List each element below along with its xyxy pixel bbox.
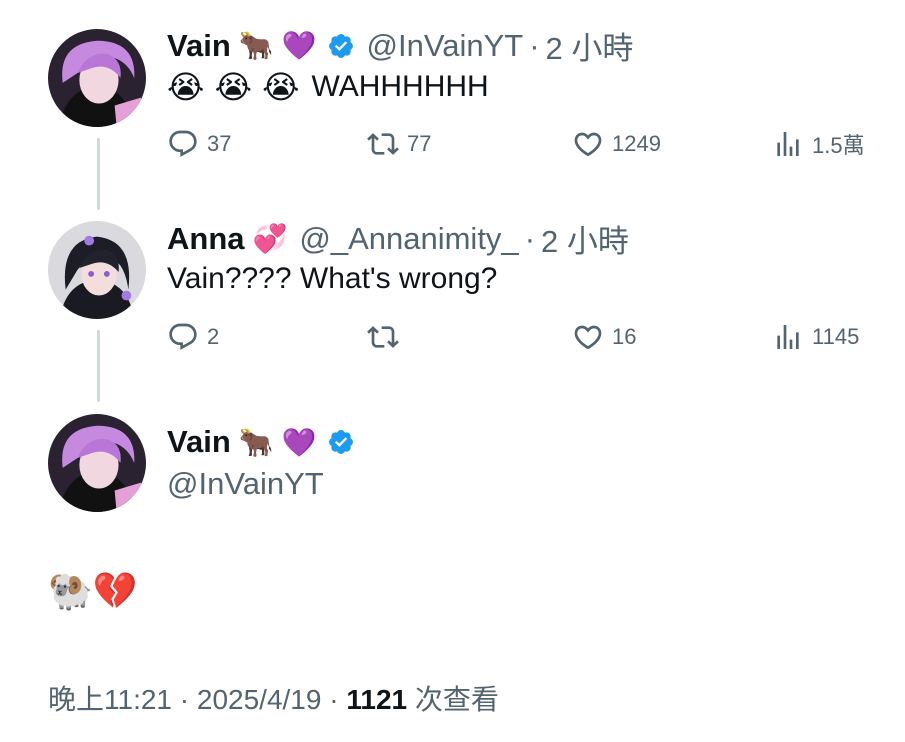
views-count: 1.5萬 (812, 133, 865, 158)
reply-icon (169, 130, 197, 157)
retweet-button[interactable]: 77 (367, 128, 431, 160)
tweet-author-name[interactable]: Vain (167, 424, 231, 460)
like-button[interactable]: 16 (572, 321, 636, 353)
reply-count: 37 (207, 131, 232, 156)
like-icon (574, 325, 602, 350)
verified-badge-icon (327, 32, 355, 60)
tweet-timestamp[interactable]: 晚上11:21 (48, 684, 172, 715)
thread-line (97, 330, 100, 402)
tweet-author-handle[interactable]: @InVainYT (167, 466, 324, 502)
retweet-count: 77 (407, 131, 432, 156)
like-count: 1249 (612, 131, 661, 156)
tweet-date[interactable]: 2025/4/19 (197, 684, 322, 715)
views-icon (777, 132, 799, 156)
purple-heart-emoji: 💜 (281, 425, 317, 459)
separator-dot: · (179, 684, 197, 715)
avatar[interactable] (48, 414, 146, 512)
separator-dot: · (524, 220, 536, 256)
tweet-view-label: 次查看 (414, 684, 499, 715)
separator-dot: · (529, 27, 540, 63)
tweet-time[interactable]: 2 小時 (541, 216, 629, 261)
like-button[interactable]: 1249 (572, 128, 661, 160)
purple-heart-emoji: 💜 (281, 29, 317, 62)
tweet-author-handle[interactable]: @InVainYT (367, 28, 524, 64)
tweet-time[interactable]: 2 小時 (546, 23, 634, 68)
tweet-text: 🐏💔 (48, 571, 138, 612)
retweet-icon (367, 133, 399, 155)
cow-emoji: 🐂 (238, 425, 274, 459)
like-count: 16 (612, 324, 637, 349)
tweet-author-name[interactable]: Anna (167, 221, 245, 257)
reply-count: 2 (207, 324, 220, 349)
reply-button[interactable]: 37 (167, 128, 231, 160)
cow-emoji: 🐂 (238, 29, 274, 62)
views-button[interactable]: 1.5萬 (772, 128, 865, 160)
retweet-button[interactable] (367, 321, 407, 353)
thread-line (97, 138, 100, 210)
tweet-text: Vain???? What's wrong? (167, 262, 498, 295)
reply-button[interactable]: 2 (167, 321, 219, 353)
avatar[interactable] (48, 29, 146, 127)
views-button[interactable]: 1145 (772, 321, 859, 353)
tweet-footer: 晚上11:21 · 2025/4/19 · 1121 次查看 (48, 678, 499, 718)
avatar[interactable] (48, 221, 146, 319)
separator-dot: · (329, 684, 347, 715)
views-count: 1145 (812, 324, 860, 349)
revolving-hearts-emoji: 💞 (252, 222, 288, 255)
tweet-view-count: 1121 (346, 684, 408, 715)
tweet-author-name[interactable]: Vain (167, 28, 231, 64)
verified-badge-icon (327, 428, 355, 456)
like-icon (574, 132, 602, 157)
tweet-author-handle[interactable]: @_Annanimity_ (299, 221, 518, 257)
views-icon (777, 325, 799, 349)
tweet-text: WAHHHHHH (311, 70, 489, 103)
retweet-icon (367, 326, 399, 348)
reply-icon (169, 323, 197, 350)
crying-emojis: 😭 😭 😭 (167, 68, 300, 106)
